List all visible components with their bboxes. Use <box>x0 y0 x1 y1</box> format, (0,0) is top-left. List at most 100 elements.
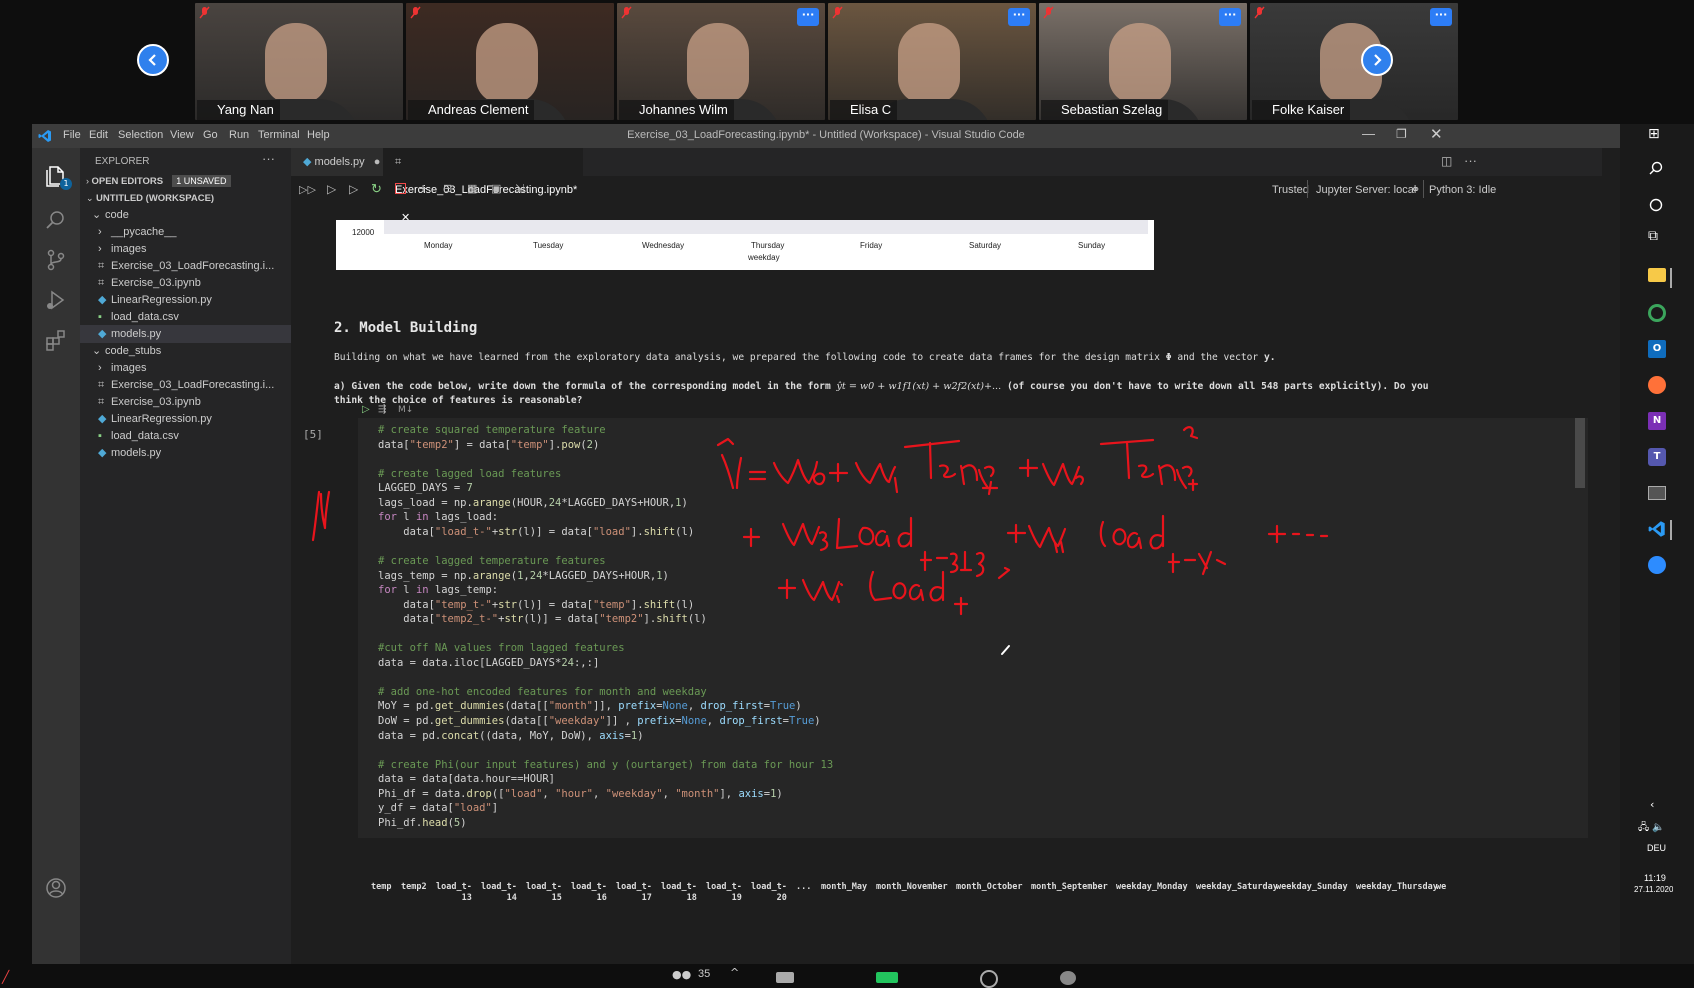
ink-stroke <box>311 490 331 542</box>
ink-stroke <box>748 470 767 481</box>
sidebar-item[interactable]: › images <box>80 240 291 258</box>
sidebar-item[interactable]: ▪ load_data.csv <box>80 308 291 326</box>
participant-name: Elisa C <box>830 100 898 120</box>
editor-area: ◆ models.py ● ⌗ Exercise_03_LoadForecast… <box>291 148 1602 964</box>
participant-more-button[interactable]: ··· <box>1430 8 1452 26</box>
app-icon[interactable] <box>1648 304 1666 322</box>
ink-stroke <box>1041 462 1081 487</box>
share-screen-icon[interactable] <box>876 972 898 983</box>
network-volume-icon[interactable]: 🖧 🔈 <box>1638 820 1665 837</box>
participant-more-button[interactable]: ··· <box>1219 8 1241 26</box>
participant-more-button[interactable]: ··· <box>797 8 819 26</box>
sidebar-item-label: Exercise_03_LoadForecasting.i... <box>111 379 275 391</box>
unsaved-badge: 1 <box>60 178 72 190</box>
windows-sidebar: ⊞ ⧉ O N T ‹ 🖧 🔈 DEU 11:19 27.11.2020 <box>1620 124 1694 964</box>
sidebar-item[interactable]: › images <box>80 359 291 377</box>
ink-stroke <box>1006 523 1027 544</box>
restore-button[interactable]: ❐ <box>1396 127 1407 141</box>
chevron-up-icon[interactable]: ^ <box>730 966 739 979</box>
chevron-up-icon[interactable]: ‹ <box>1650 798 1654 811</box>
muted-mic-icon <box>410 6 421 19</box>
firefox-icon[interactable] <box>1648 376 1666 394</box>
language-indicator[interactable]: DEU <box>1647 843 1666 853</box>
participant-tile[interactable]: Andreas Clement <box>406 3 614 120</box>
sidebar-item[interactable]: ▪ load_data.csv <box>80 427 291 445</box>
clock-date[interactable]: 27.11.2020 <box>1634 885 1673 894</box>
sidebar-item-label: images <box>111 362 147 374</box>
workspace-section[interactable]: ⌄ UNTITLED (WORKSPACE) <box>80 189 291 207</box>
notebook-file-icon: ⌗ <box>98 277 105 289</box>
participant-video <box>1109 23 1171 103</box>
sidebar-item[interactable]: ◆ LinearRegression.py <box>80 291 291 309</box>
chevron-right-icon: › <box>98 243 102 255</box>
file-explorer-icon[interactable] <box>1648 268 1666 282</box>
sidebar-item[interactable]: ◆ LinearRegression.py <box>80 410 291 428</box>
outlook-icon[interactable]: O <box>1648 340 1666 358</box>
search-icon[interactable] <box>1648 160 1664 176</box>
minimize-button[interactable]: — <box>1362 126 1375 141</box>
sidebar-item[interactable]: ⌄ code <box>80 206 291 224</box>
ink-stroke <box>828 462 849 483</box>
cortana-icon[interactable] <box>1648 197 1664 213</box>
ink-stroke <box>1027 524 1067 549</box>
teams-icon[interactable]: T <box>1648 448 1666 466</box>
activity-bar: 1 <box>32 148 80 964</box>
participant-name: Andreas Clement <box>408 100 535 120</box>
account-icon[interactable] <box>44 876 68 900</box>
open-editors-section[interactable]: › OPEN EDITORS 1 UNSAVED <box>80 172 291 190</box>
python-file-icon: ◆ <box>98 328 107 340</box>
participant-strip: Yang Nan Andreas Clement ··· Johannes Wilm ·… <box>0 0 1694 120</box>
participant-tile[interactable]: ··· Sebastian Szelag <box>1039 3 1247 120</box>
ink-stroke <box>742 527 761 548</box>
chevron-down-icon: ⌄ <box>92 209 102 221</box>
participant-tile[interactable]: ··· Elisa C <box>828 3 1036 120</box>
participant-tile[interactable]: Yang Nan <box>195 3 403 120</box>
muted-mic-icon <box>621 6 632 19</box>
more-actions-icon[interactable]: ··· <box>262 151 275 166</box>
pen-cursor-icon <box>1001 645 1010 655</box>
ink-stroke <box>953 596 969 616</box>
search-icon[interactable] <box>44 208 68 232</box>
windows-start-icon[interactable]: ⊞ <box>1648 126 1660 142</box>
ink-stroke <box>772 458 819 485</box>
chevron-right-icon: › <box>98 226 102 238</box>
terminal-icon[interactable] <box>1648 486 1666 500</box>
sidebar-item[interactable]: ⌗ Exercise_03.ipynb <box>80 274 291 292</box>
extensions-icon[interactable] <box>44 328 68 352</box>
participant-tile[interactable]: ··· Johannes Wilm <box>617 3 825 120</box>
close-window-button[interactable]: ✕ <box>1430 125 1443 143</box>
participants-icon[interactable]: ●● <box>672 968 691 981</box>
sidebar-item-label: models.py <box>111 447 162 459</box>
participant-more-button[interactable]: ··· <box>1008 8 1030 26</box>
task-view-icon[interactable]: ⧉ <box>1648 228 1658 244</box>
sidebar-item[interactable]: ⌄ code_stubs <box>80 342 291 360</box>
chat-icon[interactable] <box>776 972 794 983</box>
sidebar-item-label: LinearRegression.py <box>111 413 212 425</box>
run-debug-icon[interactable] <box>44 288 68 312</box>
sidebar-item[interactable]: ⌗ Exercise_03.ipynb <box>80 393 291 411</box>
participant-tile[interactable]: ··· Folke Kaiser <box>1250 3 1458 120</box>
vscode-taskbar-icon[interactable] <box>1648 520 1666 538</box>
sidebar-item-label: LinearRegression.py <box>111 294 212 306</box>
record-icon[interactable] <box>980 970 998 988</box>
sidebar-item[interactable]: ◆ models.py <box>80 444 291 462</box>
previous-page-button[interactable] <box>137 44 169 76</box>
ink-stroke <box>835 516 913 550</box>
sidebar-item[interactable]: ◆ models.py <box>80 325 291 343</box>
next-page-button[interactable] <box>1361 44 1393 76</box>
python-file-icon: ◆ <box>98 413 107 425</box>
clock-time[interactable]: 11:19 <box>1644 873 1666 883</box>
onenote-icon[interactable]: N <box>1648 412 1666 430</box>
annotate-icon[interactable]: ╱ <box>2 970 9 984</box>
sidebar-item[interactable]: › __pycache__ <box>80 223 291 241</box>
ink-stroke <box>919 550 985 578</box>
ink-stroke <box>1099 514 1165 550</box>
ink-stroke <box>1187 478 1199 492</box>
sidebar-item[interactable]: ⌗ Exercise_03_LoadForecasting.i... <box>80 376 291 394</box>
python-file-icon: ◆ <box>98 447 107 459</box>
sidebar-item[interactable]: ⌗ Exercise_03_LoadForecasting.i... <box>80 257 291 275</box>
zoom-icon[interactable] <box>1648 556 1666 574</box>
notebook-file-icon: ⌗ <box>98 396 105 408</box>
source-control-icon[interactable] <box>44 248 68 272</box>
sidebar-item-label: images <box>111 243 147 255</box>
